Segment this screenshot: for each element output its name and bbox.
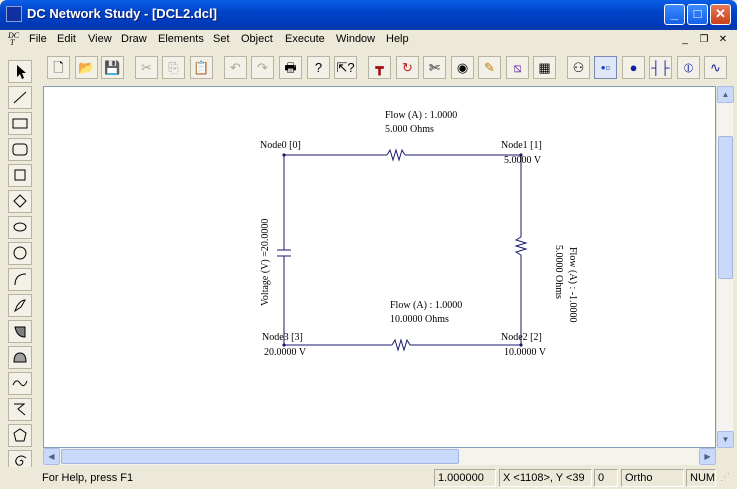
top-resistor[interactable]	[386, 148, 406, 162]
status-zoom: 1.000000	[434, 469, 496, 487]
status-help-text: For Help, press F1	[42, 472, 134, 484]
bottom-branch-flow: Flow (A) : 1.0000	[390, 300, 462, 311]
freehand-tool-icon[interactable]	[8, 294, 32, 317]
node0-dot[interactable]	[282, 153, 286, 157]
status-coordinates: X <1108>, Y <39	[499, 469, 592, 487]
menu-file[interactable]: File	[29, 33, 47, 45]
new-file-icon[interactable]: 🗋	[47, 56, 70, 79]
polygon-tool-icon[interactable]	[8, 424, 32, 447]
document-icon[interactable]: DC T	[8, 32, 24, 47]
right-resistor[interactable]	[514, 236, 528, 256]
right-branch-flow: Flow (A) : -1.0000	[567, 247, 578, 323]
menu-help[interactable]: Help	[386, 33, 409, 45]
redo-icon[interactable]: ↷	[251, 56, 274, 79]
node3-label: Node3 [3]	[262, 332, 303, 343]
curve-tool-icon[interactable]	[8, 372, 32, 395]
main-toolbar: 🗋 📂 💾 ✂ ⎘ 📋 ↶ ↷ 🖶 ? ⇱? ┳ ↻ ✄ ◉ ✎ ⧅ ▦ ⚇ •…	[38, 53, 737, 84]
scroll-left-icon[interactable]: ◀	[43, 448, 60, 465]
menu-object[interactable]: Object	[241, 33, 273, 45]
node1-label: Node1 [1]	[501, 140, 542, 151]
current-source-icon[interactable]: ⦶	[677, 56, 700, 79]
window-title: DC Network Study - [DCL2.dcl]	[27, 6, 217, 21]
polyline-tool-icon[interactable]	[8, 398, 32, 421]
status-ortho: Ortho	[621, 469, 684, 487]
vertical-scrollbar[interactable]: ▲ ▼	[716, 86, 734, 448]
menu-set[interactable]: Set	[213, 33, 230, 45]
top-branch-flow: Flow (A) : 1.0000	[385, 110, 457, 121]
menu-bar: DC T File Edit View Draw Elements Set Ob…	[0, 30, 737, 49]
close-button[interactable]: ✕	[710, 4, 731, 25]
menu-edit[interactable]: Edit	[57, 33, 76, 45]
drawing-toolbox	[5, 56, 36, 473]
save-icon[interactable]: 💾	[101, 56, 124, 79]
undo-icon[interactable]: ↶	[224, 56, 247, 79]
rectangle-tool-icon[interactable]	[8, 112, 32, 135]
cut-icon[interactable]: ✂	[135, 56, 158, 79]
minimize-button[interactable]: _	[664, 4, 685, 25]
square-tool-icon[interactable]	[8, 164, 32, 187]
maximize-button[interactable]: □	[687, 4, 708, 25]
arc-tool-icon[interactable]	[8, 268, 32, 291]
menu-elements[interactable]: Elements	[158, 33, 204, 45]
diamond-tool-icon[interactable]	[8, 190, 32, 213]
node2-label: Node2 [2]	[501, 332, 542, 343]
view-eye-icon[interactable]: ◉	[451, 56, 474, 79]
circle-tool-icon[interactable]	[8, 242, 32, 265]
mdi-restore-button[interactable]: ❐	[696, 33, 712, 46]
horizontal-scrollbar[interactable]: ◀ ▶	[43, 448, 716, 465]
context-help-icon[interactable]: ⇱?	[334, 56, 357, 79]
node3-voltage: 20.0000 V	[264, 347, 307, 358]
vertical-scroll-thumb[interactable]	[718, 136, 733, 279]
scroll-up-icon[interactable]: ▲	[717, 86, 734, 103]
title-bar[interactable]: DC Network Study - [DCL2.dcl] _ □ ✕	[0, 0, 737, 30]
grid-icon[interactable]: ▦	[533, 56, 556, 79]
ellipse-tool-icon[interactable]	[8, 216, 32, 239]
node-dot-icon[interactable]: ●	[622, 56, 645, 79]
capacitor-icon[interactable]: ┤├	[649, 56, 672, 79]
run-analysis-icon[interactable]: ↻	[396, 56, 419, 79]
pie-tool-icon[interactable]	[8, 346, 32, 369]
copy-icon[interactable]: ⎘	[162, 56, 185, 79]
line-tool-icon[interactable]	[8, 86, 32, 109]
drawing-canvas[interactable]: Node0 [0] Node1 [1] 5.0000 V Node2 [2] 1…	[43, 86, 716, 448]
rounded-rectangle-tool-icon[interactable]	[8, 138, 32, 161]
menu-window[interactable]: Window	[336, 33, 375, 45]
menu-view[interactable]: View	[88, 33, 112, 45]
open-folder-icon[interactable]: 📂	[75, 56, 98, 79]
horizontal-scroll-thumb[interactable]	[61, 449, 459, 464]
mdi-close-button[interactable]: ✕	[715, 33, 731, 46]
scroll-down-icon[interactable]: ▼	[717, 431, 734, 448]
select-arrow-icon[interactable]	[8, 60, 32, 83]
circuit-diagram: Node0 [0] Node1 [1] 5.0000 V Node2 [2] 1…	[260, 110, 578, 358]
right-branch-resistance: 5.0000 Ohms	[553, 245, 564, 299]
print-icon[interactable]: 🖶	[279, 56, 302, 79]
chord-tool-icon[interactable]	[8, 320, 32, 343]
mdi-minimize-button[interactable]: _	[677, 33, 693, 46]
bottom-branch-resistance: 10.0000 Ohms	[390, 314, 449, 325]
status-bar: For Help, press F1 1.000000 X <1108>, Y …	[0, 467, 737, 489]
scroll-right-icon[interactable]: ▶	[699, 448, 716, 465]
menu-execute[interactable]: Execute	[285, 33, 325, 45]
left-branch-voltage: Voltage (V) =20.0000	[260, 219, 271, 306]
help-icon[interactable]: ?	[307, 56, 330, 79]
bottom-resistor[interactable]	[391, 338, 411, 352]
node1-voltage: 5.0000 V	[504, 155, 542, 166]
node2-voltage: 10.0000 V	[504, 347, 547, 358]
brush-icon[interactable]: ✎	[478, 56, 501, 79]
top-branch-resistance: 5.000 Ohms	[385, 124, 434, 135]
transformer-icon[interactable]: ⧅	[506, 56, 529, 79]
paste-icon[interactable]: 📋	[190, 56, 213, 79]
status-num-lock: NUM	[686, 469, 716, 487]
find-binoculars-icon[interactable]: ⚇	[567, 56, 590, 79]
app-icon[interactable]	[6, 6, 22, 22]
resistor-icon[interactable]: ∿	[704, 56, 727, 79]
menu-draw[interactable]: Draw	[121, 33, 147, 45]
busbar-icon[interactable]: ┳	[368, 56, 391, 79]
node-connect-icon[interactable]: •▫	[594, 56, 617, 79]
status-value: 0	[594, 469, 618, 487]
switch-icon[interactable]: ✄	[423, 56, 446, 79]
node0-label: Node0 [0]	[260, 140, 301, 151]
resize-grip-icon[interactable]: ⋰	[720, 472, 734, 486]
